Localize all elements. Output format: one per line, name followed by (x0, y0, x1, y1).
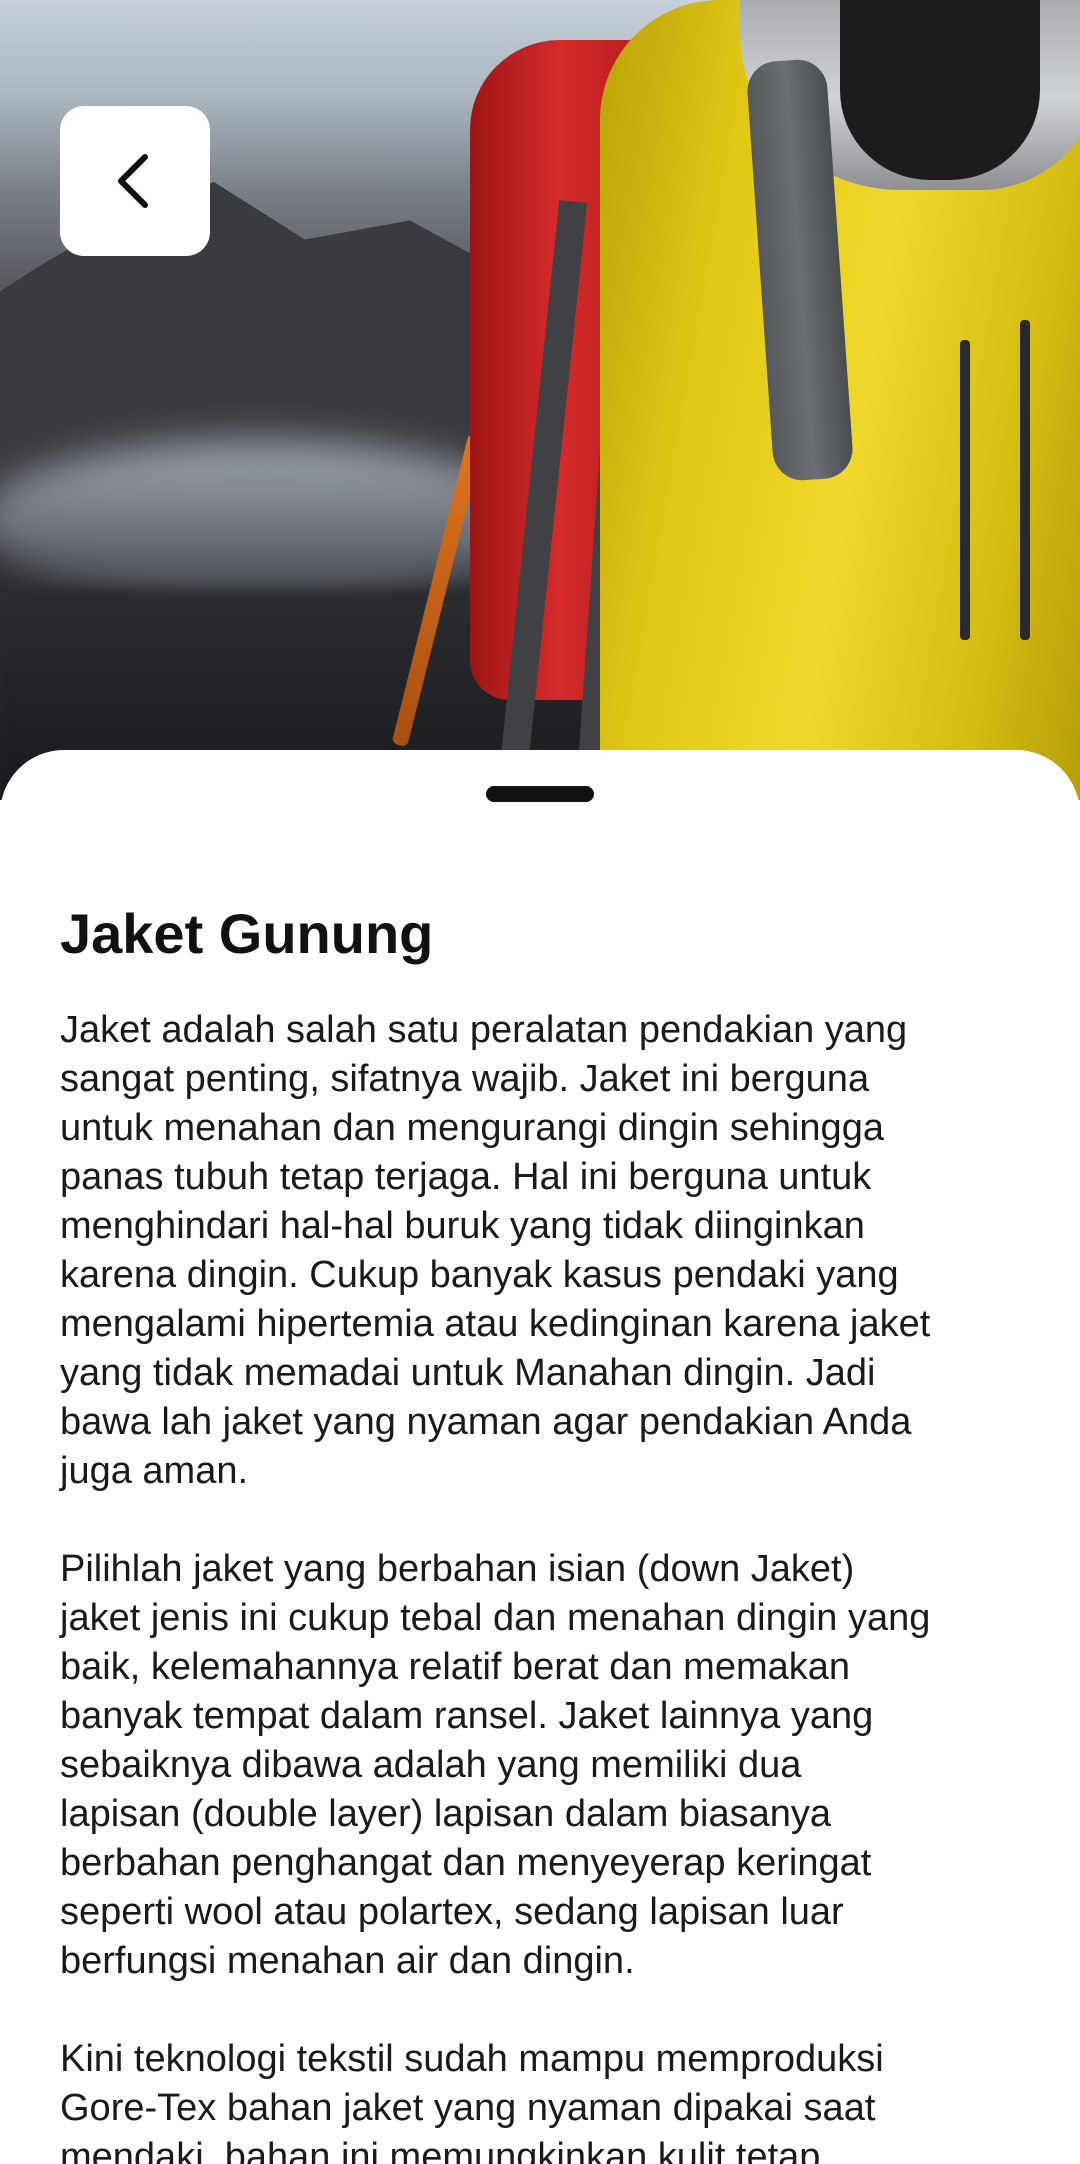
article-paragraph: Jaket adalah salah satu peralatan pendak… (60, 1009, 931, 1492)
chevron-left-icon (105, 151, 165, 211)
jacket-zipper (960, 340, 970, 640)
content-sheet[interactable]: Jaket Gunung Jaket adalah salah satu per… (0, 750, 1080, 2164)
article-body: Jaket adalah salah satu peralatan pendak… (60, 1006, 1030, 2164)
article-paragraph: Kini teknologi tekstil sudah mampu mempr… (60, 2038, 884, 2164)
page-title: Jaket Gunung (60, 902, 434, 965)
jacket-collar (840, 0, 1040, 180)
article-paragraph: Pilihlah jaket yang berbahan isian (down… (60, 1548, 931, 1982)
back-button[interactable] (60, 106, 210, 256)
detail-screen: Jaket Gunung Jaket adalah salah satu per… (0, 0, 1080, 2164)
drag-handle[interactable] (486, 786, 594, 802)
jacket-zipper (1020, 320, 1030, 640)
